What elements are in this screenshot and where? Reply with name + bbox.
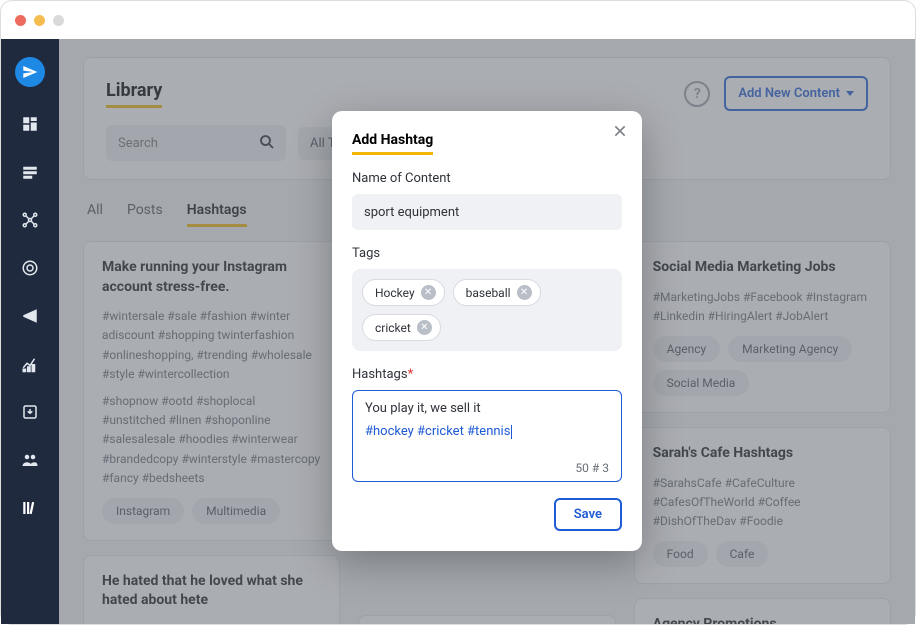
minimize-window-dot[interactable]: [34, 15, 45, 26]
left-sidebar: [1, 39, 59, 624]
hashtags-line: #hockey #cricket #tennis: [365, 424, 609, 439]
tags-container[interactable]: Hockey✕ baseball✕ cricket✕: [352, 269, 622, 351]
support-icon[interactable]: [19, 257, 41, 279]
content-name-input[interactable]: [352, 194, 622, 230]
save-button[interactable]: Save: [554, 498, 622, 531]
network-icon[interactable]: [19, 209, 41, 231]
team-icon[interactable]: [19, 449, 41, 471]
close-icon[interactable]: [612, 123, 628, 139]
campaigns-icon[interactable]: [19, 305, 41, 327]
remove-tag-icon[interactable]: ✕: [417, 320, 432, 335]
add-hashtag-modal: Add Hashtag Name of Content Tags Hockey✕…: [332, 111, 642, 551]
name-label: Name of Content: [352, 171, 622, 186]
download-icon[interactable]: [19, 401, 41, 423]
modal-title: Add Hashtag: [352, 132, 433, 155]
hashtags-label: Hashtags*: [352, 367, 622, 382]
close-window-dot[interactable]: [15, 15, 26, 26]
hashtags-line: You play it, we sell it: [365, 401, 609, 416]
tag-pill: Hockey✕: [362, 279, 445, 306]
app-logo[interactable]: [15, 57, 45, 87]
dashboard-icon[interactable]: [19, 113, 41, 135]
window-titlebar: [1, 1, 915, 39]
feed-icon[interactable]: [19, 161, 41, 183]
tags-label: Tags: [352, 246, 622, 261]
remove-tag-icon[interactable]: ✕: [421, 285, 436, 300]
maximize-window-dot: [53, 15, 64, 26]
hashtag-counter: 50 # 3: [365, 461, 609, 475]
modal-overlay[interactable]: Add Hashtag Name of Content Tags Hockey✕…: [59, 39, 915, 624]
analytics-icon[interactable]: [19, 353, 41, 375]
tag-pill: baseball✕: [453, 279, 541, 306]
main-content: Library ? Add New Content All Tea... Rec…: [59, 39, 915, 624]
tag-pill: cricket✕: [362, 314, 441, 341]
remove-tag-icon[interactable]: ✕: [517, 285, 532, 300]
hashtags-textarea[interactable]: You play it, we sell it #hockey #cricket…: [352, 390, 622, 482]
library-icon[interactable]: [19, 497, 41, 519]
text-cursor: [511, 425, 512, 439]
